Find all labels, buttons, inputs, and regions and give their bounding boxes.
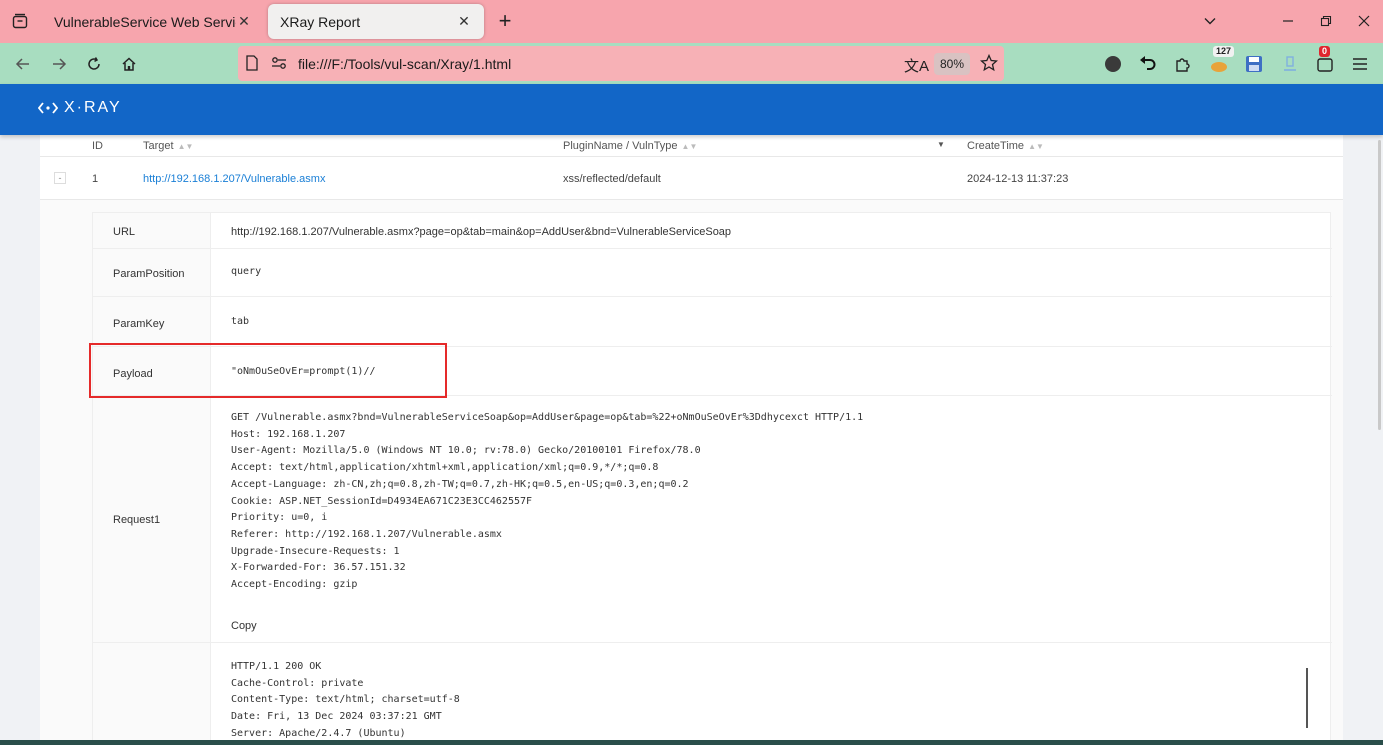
extension-count-badge: 0 [1319, 46, 1331, 57]
close-icon[interactable]: ✕ [236, 13, 252, 30]
permissions-icon[interactable] [271, 56, 287, 75]
logo-text: X·RAY [64, 99, 122, 116]
chevron-down-icon[interactable] [1198, 10, 1222, 32]
tab-strip: VulnerableService Web Service ✕ XRay Rep… [0, 0, 1383, 43]
tab-title: XRay Report [280, 13, 361, 30]
extension-badge-0-icon[interactable]: 0 [1313, 46, 1337, 76]
undo-icon[interactable] [1136, 52, 1160, 76]
row-detail-panel: URL http://192.168.1.207/Vulnerable.asmx… [40, 200, 1343, 745]
close-icon[interactable]: ✕ [456, 13, 472, 30]
detail-row-request: Request1 GET /Vulnerable.asmx?bnd=Vulner… [93, 396, 1332, 643]
row-createtime: 2024-12-13 11:37:23 [967, 173, 1069, 185]
sort-icon[interactable]: ▲▼ [178, 142, 194, 151]
new-tab-button[interactable]: + [494, 8, 516, 33]
detail-label: URL [93, 213, 211, 248]
bookmark-star-icon[interactable] [979, 53, 999, 77]
tab-xray-report[interactable]: XRay Report ✕ [268, 4, 484, 39]
extension-count-badge: 127 [1213, 46, 1235, 57]
close-window-icon[interactable] [1352, 10, 1376, 32]
home-button[interactable] [116, 51, 142, 77]
detail-row-response: HTTP/1.1 200 OK Cache-Control: private C… [93, 643, 1332, 745]
detail-value: tab [231, 316, 250, 327]
page-scrollbar[interactable] [1378, 140, 1381, 430]
tab-title: VulnerableService Web Service [54, 13, 236, 30]
report-content: ID Target ▲▼ PluginName / VulnType ▲▼ ▼ Cr… [40, 115, 1343, 745]
tab-list-icon[interactable] [8, 9, 32, 33]
detail-row-url: URL http://192.168.1.207/Vulnerable.asmx… [93, 213, 1332, 249]
detail-value: query [231, 266, 262, 277]
copy-link[interactable]: Copy [231, 620, 257, 632]
zoom-level[interactable]: 80% [934, 53, 970, 75]
extension-dark-circle-icon[interactable] [1101, 52, 1125, 76]
payload-highlight-box [89, 343, 447, 398]
table-row[interactable]: - 1 http://192.168.1.207/Vulnerable.asmx… [40, 157, 1343, 200]
detail-row-paramposition: ParamPosition query [93, 249, 1332, 297]
extension-tower-icon[interactable] [1278, 52, 1302, 76]
column-header-id[interactable]: ID [92, 140, 103, 152]
detail-table: URL http://192.168.1.207/Vulnerable.asmx… [92, 212, 1332, 745]
url-bar[interactable]: file:///F:/Tools/vul-scan/Xray/1.html 文A… [238, 46, 1004, 81]
request-text: GET /Vulnerable.asmx?bnd=VulnerableServi… [231, 412, 864, 591]
response-text: HTTP/1.1 200 OK Cache-Control: private C… [231, 661, 460, 739]
taskbar-edge [0, 740, 1383, 745]
detail-label: ParamPosition [93, 249, 211, 296]
sort-icon[interactable]: ▲▼ [682, 142, 698, 151]
detail-label: ParamKey [93, 297, 211, 346]
tab-vulnerable-service[interactable]: VulnerableService Web Service ✕ [42, 4, 264, 39]
forward-button[interactable] [46, 51, 72, 77]
translate-icon[interactable]: 文A [904, 55, 929, 76]
reload-button[interactable] [81, 51, 107, 77]
row-target-link[interactable]: http://192.168.1.207/Vulnerable.asmx [143, 173, 325, 185]
minimize-icon[interactable] [1276, 10, 1300, 32]
detail-url-link[interactable]: http://192.168.1.207/Vulnerable.asmx?pag… [231, 226, 731, 238]
back-button[interactable] [10, 51, 36, 77]
nav-bar: file:///F:/Tools/vul-scan/Xray/1.html 文A… [0, 43, 1383, 84]
response-scrollbar[interactable] [1306, 668, 1308, 728]
column-header-createtime[interactable]: CreateTime ▲▼ [967, 140, 1044, 152]
row-expander-button[interactable]: - [54, 172, 66, 184]
app-header: X·RAY [0, 84, 1383, 135]
extensions-puzzle-icon[interactable] [1171, 52, 1195, 76]
url-text[interactable]: file:///F:/Tools/vul-scan/Xray/1.html [298, 56, 511, 72]
sort-icon[interactable]: ▲▼ [1028, 142, 1044, 151]
detail-row-paramkey: ParamKey tab [93, 297, 1332, 347]
detail-label [93, 643, 211, 745]
restore-icon[interactable] [1314, 10, 1338, 32]
extension-badge-127-icon[interactable]: 127 [1207, 46, 1235, 76]
row-plugin: xss/reflected/default [563, 173, 661, 185]
detail-label: Request1 [93, 396, 211, 642]
column-header-plugin[interactable]: PluginName / VulnType ▲▼ [563, 140, 697, 152]
xray-logo-icon [38, 102, 58, 114]
page-icon [245, 55, 259, 76]
menu-hamburger-icon[interactable] [1348, 52, 1372, 76]
filter-icon[interactable]: ▼ [937, 140, 945, 149]
column-header-target[interactable]: Target ▲▼ [143, 140, 193, 152]
row-id: 1 [92, 173, 99, 185]
xray-logo: X·RAY [38, 99, 122, 117]
save-disk-icon[interactable] [1242, 52, 1266, 76]
